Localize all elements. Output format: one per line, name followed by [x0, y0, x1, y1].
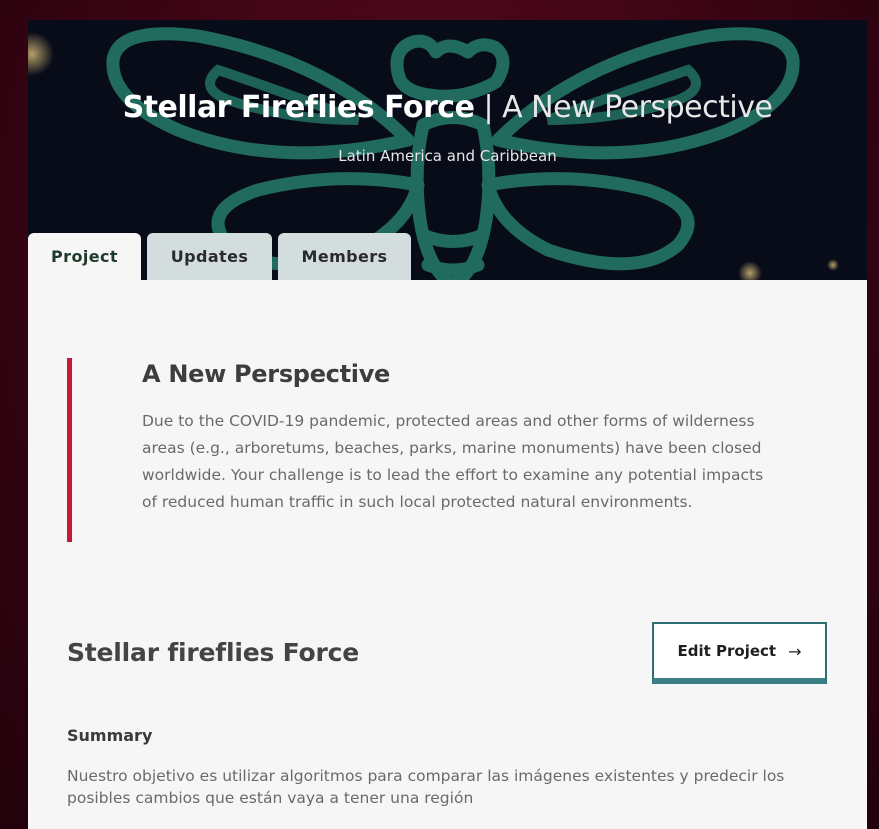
- hero-banner: Stellar Fireflies Force | A New Perspect…: [28, 20, 867, 280]
- tab-updates[interactable]: Updates: [147, 233, 272, 280]
- edit-project-label: Edit Project: [677, 642, 777, 660]
- page-frame: Stellar Fireflies Force | A New Perspect…: [28, 20, 867, 829]
- summary-heading: Summary: [67, 726, 153, 745]
- tab-members[interactable]: Members: [278, 233, 411, 280]
- project-name: Stellar fireflies Force: [67, 638, 359, 667]
- team-name: Stellar Fireflies Force: [122, 90, 475, 125]
- challenge-title: A New Perspective: [142, 360, 391, 388]
- edit-project-button[interactable]: Edit Project →: [652, 622, 827, 684]
- tab-project[interactable]: Project: [28, 233, 141, 280]
- challenge-description: Due to the COVID-19 pandemic, protected …: [142, 412, 764, 511]
- page-title: Stellar Fireflies Force | A New Perspect…: [28, 90, 867, 125]
- challenge-name: A New Perspective: [502, 90, 773, 125]
- region-label: Latin America and Caribbean: [338, 147, 557, 165]
- challenge-card: A New Perspective Due to the COVID-19 pa…: [67, 358, 767, 542]
- arrow-right-icon: →: [788, 641, 802, 661]
- title-separator: |: [483, 90, 494, 125]
- summary-text: Nuestro objetivo es utilizar algoritmos …: [67, 767, 785, 807]
- tab-bar: Project Updates Members: [28, 233, 417, 280]
